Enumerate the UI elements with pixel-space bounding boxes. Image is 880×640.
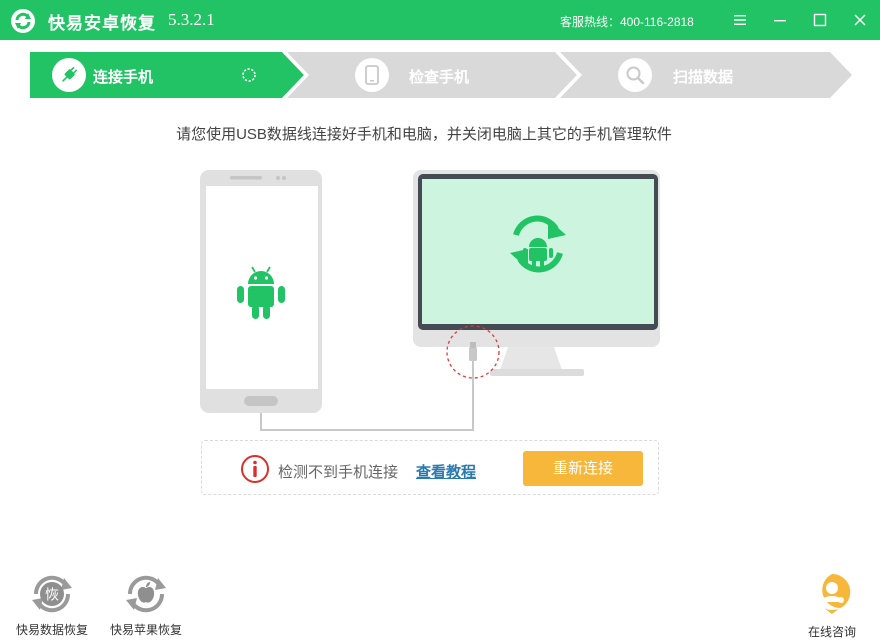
minimize-icon — [774, 20, 786, 22]
step-progress: 连接手机 检查手机 扫描数据 — [30, 52, 852, 98]
app-window: 快易安卓恢复 5.3.2.1 客服热线：400-116-2818 连接手机 检查… — [0, 0, 880, 640]
online-consult-tool[interactable]: 在线咨询 — [800, 572, 864, 640]
data-recovery-glyph: 恢 — [45, 588, 59, 604]
step-scan-icon-wrap — [618, 58, 652, 92]
warning-icon — [241, 455, 269, 483]
loading-spinner-icon — [242, 68, 256, 82]
online-consult-label: 在线咨询 — [807, 625, 856, 639]
step-connect-icon-wrap — [52, 58, 86, 92]
menu-button[interactable] — [728, 8, 752, 32]
maximize-icon — [813, 13, 827, 27]
title-bar: 快易安卓恢复 5.3.2.1 客服热线：400-116-2818 — [0, 0, 880, 40]
phone-icon — [365, 65, 379, 85]
tutorial-link[interactable]: 查看教程 — [416, 461, 476, 482]
connection-instruction: 请您使用USB数据线连接好手机和电脑，并关闭电脑上其它的手机管理软件 — [176, 126, 672, 143]
step-scan-label: 扫描数据 — [673, 69, 734, 86]
step-connect-label: 连接手机 — [93, 69, 154, 86]
support-hotline: 客服热线：400-116-2818 — [560, 15, 694, 29]
apple-recovery-label: 快易苹果恢复 — [109, 623, 182, 637]
step-check-label: 检查手机 — [409, 69, 470, 86]
connection-illustration — [200, 170, 660, 431]
close-button[interactable] — [848, 8, 872, 32]
data-recovery-icon: 恢 — [32, 575, 72, 613]
customer-service-icon — [821, 573, 851, 614]
apple-recovery-tool[interactable]: 快易苹果恢复 — [108, 574, 184, 638]
app-version: 5.3.2.1 — [168, 10, 215, 29]
maximize-button[interactable] — [808, 8, 832, 32]
detect-message: 检测不到手机连接 — [278, 464, 399, 481]
minimize-button[interactable] — [768, 8, 792, 32]
app-logo-icon — [11, 9, 35, 33]
detect-status-box: 检测不到手机连接 查看教程 重新连接 — [201, 440, 659, 495]
menu-icon — [734, 15, 746, 25]
data-recovery-label: 快易数据恢复 — [15, 623, 88, 637]
search-icon — [626, 66, 645, 85]
close-icon — [854, 14, 866, 26]
app-title: 快易安卓恢复 — [48, 14, 156, 33]
step-check-icon-wrap — [355, 58, 389, 92]
reconnect-button[interactable]: 重新连接 — [523, 451, 643, 486]
apple-recovery-icon — [126, 575, 166, 613]
data-recovery-tool[interactable]: 恢 快易数据恢复 — [14, 574, 90, 638]
plug-icon — [62, 66, 78, 82]
